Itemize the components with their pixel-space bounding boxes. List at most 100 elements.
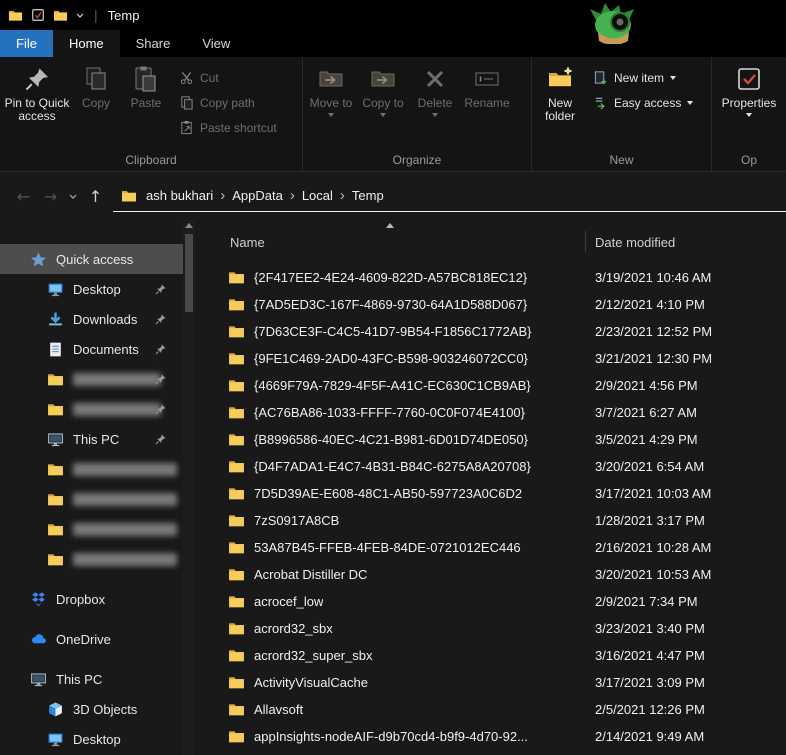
- sidebar-item-documents[interactable]: Documents: [0, 334, 183, 364]
- rename-button[interactable]: Rename: [461, 57, 513, 149]
- new-folder-icon[interactable]: [53, 8, 68, 23]
- pin-to-quick-access-button[interactable]: Pin to Quick access: [2, 57, 72, 149]
- new-item-label: New item: [614, 71, 664, 85]
- file-row[interactable]: {4669F79A-7829-4F5F-A41C-EC630C1CB9AB}2/…: [195, 372, 786, 399]
- tab-share[interactable]: Share: [120, 30, 187, 57]
- file-list-pane: Name Date modified {2F417EE2-4E24-4609-8…: [195, 220, 786, 755]
- file-name: {B8996586-40EC-4C21-B981-6D01D74DE050}: [254, 432, 528, 447]
- file-name: appInsights-nodeAIF-d9b70cd4-b9f9-4d70-9…: [254, 729, 528, 744]
- sidebar-item-dropbox[interactable]: Dropbox: [0, 584, 183, 614]
- properties-button[interactable]: Properties: [714, 57, 784, 149]
- file-row[interactable]: {B8996586-40EC-4C21-B981-6D01D74DE050}3/…: [195, 426, 786, 453]
- sidebar-item-desktop-2[interactable]: Desktop: [0, 724, 183, 754]
- column-divider[interactable]: [585, 231, 586, 252]
- scrollbar-thumb[interactable]: [185, 234, 193, 312]
- file-row[interactable]: {AC76BA86-1033-FFFF-7760-0C0F074E4100}3/…: [195, 399, 786, 426]
- sidebar-item-blurred-2[interactable]: [0, 394, 183, 424]
- paste-shortcut-button[interactable]: Paste shortcut: [172, 117, 284, 138]
- sidebar-item-quick-access[interactable]: Quick access: [0, 244, 183, 274]
- folder-icon: [228, 404, 245, 421]
- sidebar-item-this-pc-pinned[interactable]: This PC: [0, 424, 183, 454]
- sidebar-item-blurred-5[interactable]: [0, 514, 183, 544]
- delete-label: Delete: [418, 97, 453, 110]
- move-to-button[interactable]: Move to: [305, 57, 357, 149]
- breadcrumb-item[interactable]: ash bukhari: [139, 188, 220, 203]
- move-to-caret-icon: [328, 113, 334, 117]
- copy-button[interactable]: Copy: [72, 57, 120, 149]
- new-folder-button[interactable]: New folder: [534, 57, 586, 149]
- up-button[interactable]: ↑: [82, 183, 109, 210]
- sidebar-item-onedrive[interactable]: OneDrive: [0, 624, 183, 654]
- delete-button[interactable]: Delete: [409, 57, 461, 149]
- file-row[interactable]: 7D5D39AE-E608-48C1-AB50-597723A0C6D23/17…: [195, 480, 786, 507]
- sidebar-item-desktop[interactable]: Desktop: [0, 274, 183, 304]
- file-name: Allavsoft: [254, 702, 303, 717]
- file-row[interactable]: 7zS0917A8CB1/28/2021 3:17 PM: [195, 507, 786, 534]
- folder-icon: [228, 728, 245, 745]
- file-row[interactable]: {9FE1C469-2AD0-43FC-B598-903246072CC0}3/…: [195, 345, 786, 372]
- file-name: 7zS0917A8CB: [254, 513, 339, 528]
- rename-icon: [472, 64, 502, 94]
- tab-file[interactable]: File: [0, 30, 53, 57]
- tab-home[interactable]: Home: [53, 30, 120, 57]
- sidebar-item-3d-objects[interactable]: 3D Objects: [0, 694, 183, 724]
- paste-button[interactable]: Paste: [120, 57, 172, 149]
- blurred-label: [73, 463, 177, 476]
- pin-icon: [22, 64, 52, 94]
- copy-to-button[interactable]: Copy to: [357, 57, 409, 149]
- copy-icon: [81, 64, 111, 94]
- folder-icon: [228, 269, 245, 286]
- sidebar-item-this-pc[interactable]: This PC: [0, 664, 183, 694]
- file-row[interactable]: 53A87B45-FFEB-4FEB-84DE-0721012EC4462/16…: [195, 534, 786, 561]
- breadcrumb-item[interactable]: Local: [295, 188, 340, 203]
- forward-button[interactable]: →: [37, 183, 64, 210]
- back-button[interactable]: ←: [10, 183, 37, 210]
- column-header-name[interactable]: Name: [230, 235, 265, 250]
- tab-view[interactable]: View: [186, 30, 246, 57]
- new-item-button[interactable]: New item: [586, 67, 700, 88]
- file-date-modified: 2/23/2021 12:52 PM: [595, 324, 712, 339]
- file-row[interactable]: {7D63CE3F-C4C5-41D7-9B54-F1856C1772AB}2/…: [195, 318, 786, 345]
- pin-icon: [154, 283, 167, 296]
- sidebar-item-blurred-3[interactable]: [0, 454, 183, 484]
- explorer-window: | Temp File Home Share View Pin to Quick…: [0, 0, 786, 755]
- breadcrumb-item[interactable]: Temp: [345, 188, 391, 203]
- recent-locations-chevron-icon[interactable]: [64, 183, 82, 210]
- paste-label: Paste: [131, 97, 162, 110]
- file-name: 53A87B45-FFEB-4FEB-84DE-0721012EC446: [254, 540, 521, 555]
- pin-icon: [154, 433, 167, 446]
- file-row[interactable]: acrocef_low2/9/2021 7:34 PM: [195, 588, 786, 615]
- ribbon-group-clipboard: Pin to Quick access Copy Paste: [0, 57, 303, 171]
- column-header-date-modified[interactable]: Date modified: [595, 235, 675, 250]
- file-row[interactable]: ActivityVisualCache3/17/2021 3:09 PM: [195, 669, 786, 696]
- file-row[interactable]: acrord32_super_sbx3/16/2021 4:47 PM: [195, 642, 786, 669]
- file-row[interactable]: Acrobat Distiller DC3/20/2021 10:53 AM: [195, 561, 786, 588]
- sidebar-item-blurred-4[interactable]: [0, 484, 183, 514]
- cut-button[interactable]: Cut: [172, 67, 284, 88]
- file-row[interactable]: acrord32_sbx3/23/2021 3:40 PM: [195, 615, 786, 642]
- sidebar-item-label: This PC: [73, 432, 119, 447]
- file-row[interactable]: {2F417EE2-4E24-4609-822D-A57BC818EC12}3/…: [195, 264, 786, 291]
- properties-check-icon[interactable]: [31, 8, 45, 22]
- column-headers: Name Date modified: [195, 220, 786, 264]
- sidebar-item-blurred-6[interactable]: [0, 544, 183, 574]
- explorer-folder-icon[interactable]: [8, 8, 23, 23]
- sidebar-scrollbar[interactable]: [183, 220, 195, 755]
- file-row[interactable]: {7AD5ED3C-167F-4869-9730-64A1D588D067}2/…: [195, 291, 786, 318]
- folder-icon: [228, 647, 245, 664]
- content: Quick accessDesktopDownloadsDocumentsThi…: [0, 220, 786, 755]
- chevron-down-icon[interactable]: [76, 13, 84, 18]
- folder-icon: [228, 539, 245, 556]
- sidebar-item-downloads[interactable]: Downloads: [0, 304, 183, 334]
- copy-path-button[interactable]: Copy path: [172, 92, 284, 113]
- easy-access-button[interactable]: Easy access: [586, 92, 700, 113]
- sidebar-item-blurred-1[interactable]: [0, 364, 183, 394]
- file-row[interactable]: appInsights-nodeAIF-d9b70cd4-b9f9-4d70-9…: [195, 723, 786, 750]
- file-date-modified: 3/23/2021 3:40 PM: [595, 621, 705, 636]
- file-name: {7AD5ED3C-167F-4869-9730-64A1D588D067}: [254, 297, 527, 312]
- address-field[interactable]: ash bukhari›AppData›Local›Temp: [113, 180, 786, 212]
- file-row[interactable]: {D4F7ADA1-E4C7-4B31-B84C-6275A8A20708}3/…: [195, 453, 786, 480]
- breadcrumb-item[interactable]: AppData: [225, 188, 290, 203]
- file-row[interactable]: Allavsoft2/5/2021 12:26 PM: [195, 696, 786, 723]
- scrollbar-up-icon[interactable]: [185, 223, 193, 228]
